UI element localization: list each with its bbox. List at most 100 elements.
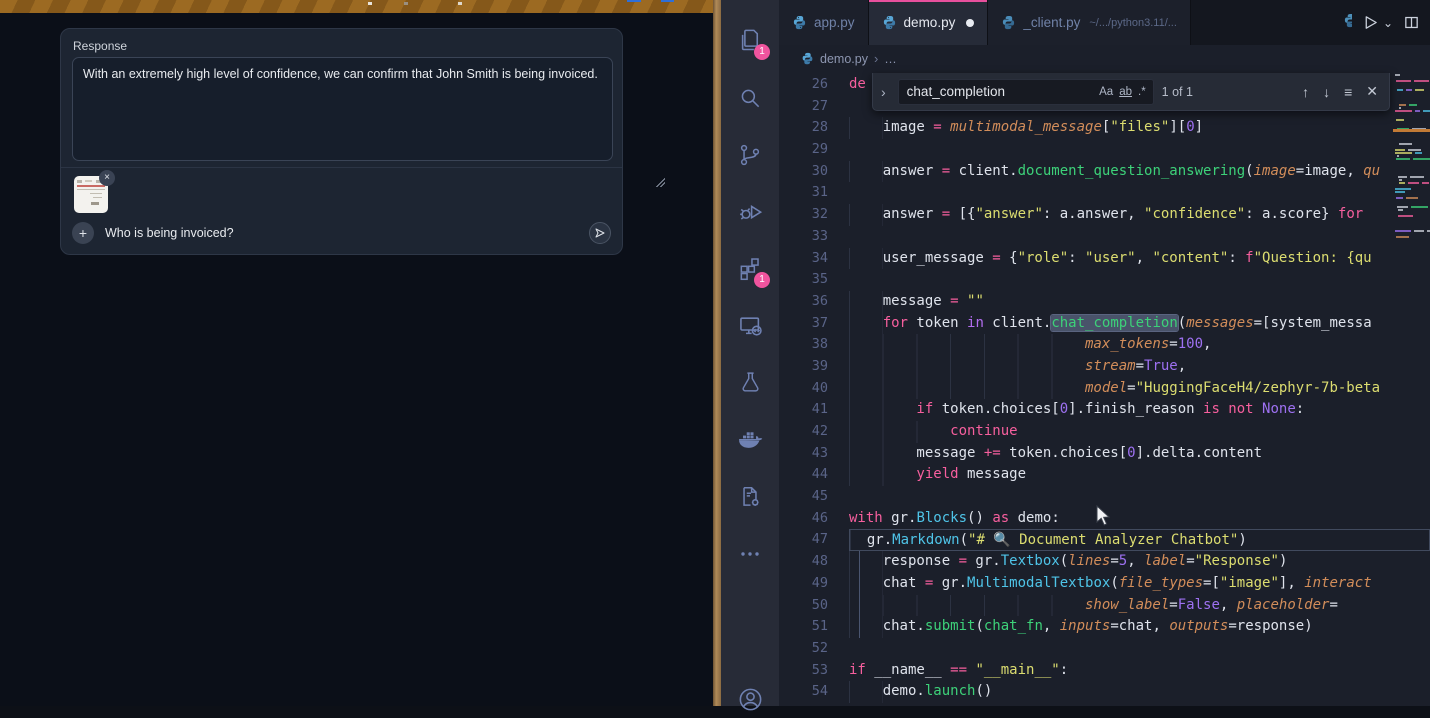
activity-run-debug[interactable] [726,183,774,240]
code-line-38[interactable]: 38 max_tokens=100, [779,334,1430,356]
send-button[interactable] [589,222,611,244]
code-line-51[interactable]: 51 chat.submit(chat_fn, inputs=chat, out… [779,616,1430,638]
code-line-39[interactable]: 39 stream=True, [779,356,1430,378]
find-expand-button[interactable]: › [877,84,890,100]
code-line-43[interactable]: 43 message += token.choices[0].delta.con… [779,443,1430,465]
code-line-54[interactable]: 54 demo.launch() [779,681,1430,703]
git-branch-icon [737,142,763,168]
code-line-46[interactable]: 46with gr.Blocks() as demo: [779,508,1430,530]
find-close-button[interactable]: ✕ [1363,83,1381,100]
code-line-47[interactable]: 47 gr.Markdown("# 🔍 Document Analyzer Ch… [779,529,1430,551]
line-number: 42 [779,421,849,443]
line-number: 45 [779,486,849,508]
find-previous-button[interactable]: ↑ [1299,84,1312,100]
python-icon [801,52,814,65]
code-line-40[interactable]: 40 model="HuggingFaceH4/zephyr-7b-beta [779,378,1430,400]
tab-label: app.py [814,15,855,30]
activity-source-control[interactable] [726,126,774,183]
code-area[interactable]: 26de2728 image = multimodal_message["fil… [779,72,1430,706]
code-line-33[interactable]: 33 [779,226,1430,248]
activity-cmake-tools[interactable] [726,468,774,525]
find-next-button[interactable]: ↓ [1320,84,1333,100]
run-file-button[interactable] [1362,14,1379,31]
activity-explorer[interactable]: 1 [726,12,774,69]
code-line-50[interactable]: 50 show_label=False, placeholder= [779,595,1430,617]
chat-input-row: + Who is being invoiced? [61,217,622,249]
line-number: 32 [779,204,849,226]
regex-button[interactable]: .* [1135,84,1149,100]
stripe-speck [627,0,641,2]
tab-app-py[interactable]: app.py [779,0,869,45]
code-line-31[interactable]: 31 [779,182,1430,204]
code-line-37[interactable]: 37 for token in client.chat_completion(m… [779,313,1430,335]
line-number: 53 [779,660,849,682]
code-line-36[interactable]: 36 message = "" [779,291,1430,313]
chat-text-input[interactable]: Who is being invoiced? [105,226,578,240]
line-number: 48 [779,551,849,573]
modified-dot-icon[interactable] [966,19,974,27]
minimap[interactable] [1393,74,1430,246]
code-line-35[interactable]: 35 [779,269,1430,291]
split-editor-button[interactable] [1403,14,1420,31]
activity-search[interactable] [726,69,774,126]
match-case-button[interactable]: Aa [1096,84,1116,100]
line-number: 38 [779,334,849,356]
line-number: 41 [779,399,849,421]
code-line-32[interactable]: 32 answer = [{"answer": a.answer, "confi… [779,204,1430,226]
docker-whale-icon [736,426,764,454]
add-file-button[interactable]: + [72,222,94,244]
code-line-44[interactable]: 44 yield message [779,464,1430,486]
code-line-53[interactable]: 53if __name__ == "__main__": [779,660,1430,682]
flask-icon [738,370,763,395]
activity-extensions[interactable]: 1 [726,240,774,297]
find-input[interactable] [907,84,1096,99]
response-textarea[interactable]: With an extremely high level of confiden… [72,57,613,161]
stripe-speck [458,2,462,5]
code-line-52[interactable]: 52 [779,638,1430,660]
python-icon [792,15,807,30]
line-number: 26 [779,74,849,96]
run-dropdown-button[interactable]: ⌄ [1383,16,1393,30]
line-number: 37 [779,313,849,335]
line-number: 51 [779,616,849,638]
code-line-41[interactable]: 41 if token.choices[0].finish_reason is … [779,399,1430,421]
find-in-selection-button[interactable]: ≡ [1341,84,1355,100]
line-number: 50 [779,595,849,617]
code-line-29[interactable]: 29 [779,139,1430,161]
breadcrumb-symbol[interactable]: … [884,52,897,66]
python-icon [1001,15,1016,30]
activity-account[interactable] [737,686,764,718]
line-number: 44 [779,464,849,486]
code-line-45[interactable]: 45 [779,486,1430,508]
code-line-30[interactable]: 30 answer = client.document_question_ans… [779,161,1430,183]
gradio-card: Response With an extremely high level of… [60,28,623,255]
tab-client-py[interactable]: _client.py ~/.../python3.11/... [988,0,1191,45]
line-number: 35 [779,269,849,291]
editor-actions: ⌄ [1191,0,1430,45]
whole-word-button[interactable]: ab [1116,84,1135,100]
code-line-49[interactable]: 49 chat = gr.MultimodalTextbox(file_type… [779,573,1430,595]
tab-demo-py[interactable]: demo.py [869,0,989,45]
activity-remote-explorer[interactable] [726,297,774,354]
code-line-42[interactable]: 42 continue [779,421,1430,443]
line-number: 27 [779,96,849,118]
line-number: 40 [779,378,849,400]
python-icon [882,15,897,30]
pane-divider-sash[interactable] [713,0,721,706]
activity-docker[interactable] [726,411,774,468]
line-number: 29 [779,139,849,161]
breadcrumb-file[interactable]: demo.py [820,52,868,66]
textarea-resize-handle[interactable] [655,177,665,187]
line-number: 43 [779,443,849,465]
code-line-48[interactable]: 48 response = gr.Textbox(lines=5, label=… [779,551,1430,573]
breadcrumb[interactable]: demo.py › … [779,45,1430,72]
scrolled-tab-python-icon[interactable] [1343,13,1352,33]
screen: Response With an extremely high level of… [0,0,1430,706]
remove-attachment-button[interactable]: × [99,170,115,186]
activity-more[interactable] [726,525,774,582]
code-line-28[interactable]: 28 image = multimodal_message["files"][0… [779,117,1430,139]
stripe-speck [368,2,372,5]
code-line-34[interactable]: 34 user_message = {"role": "user", "cont… [779,248,1430,270]
activity-testing[interactable] [726,354,774,411]
stripe-speck [404,2,408,5]
